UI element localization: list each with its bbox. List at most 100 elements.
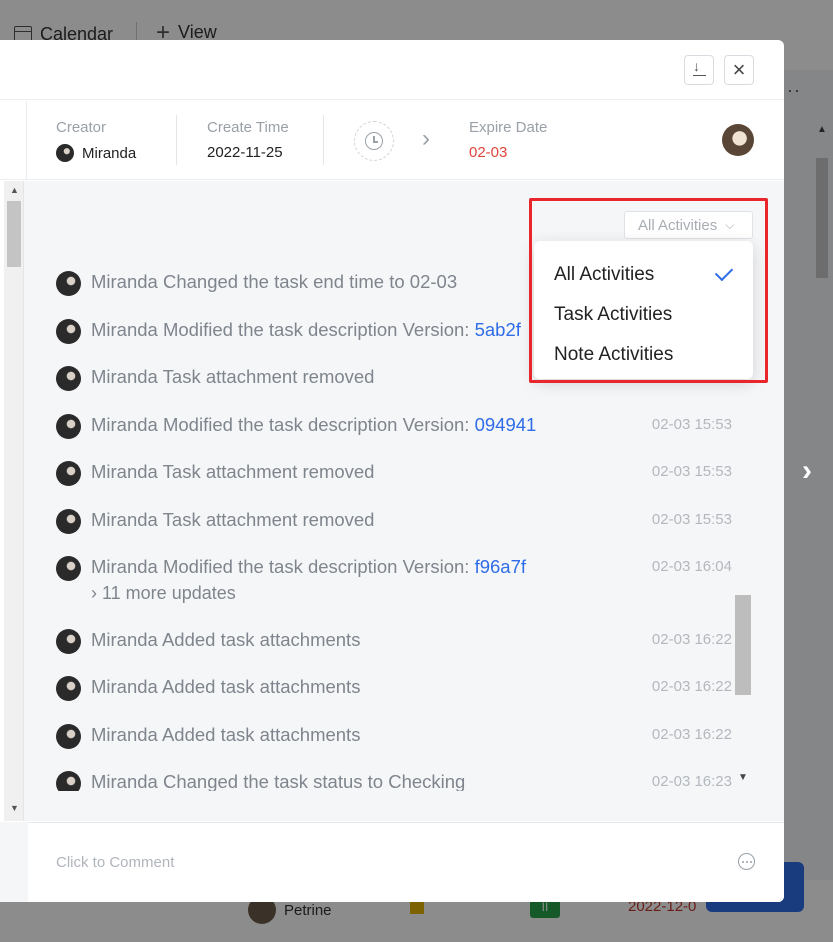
comment-placeholder: Click to Comment: [56, 854, 175, 871]
activity-time: 02-03 16:22: [651, 726, 732, 743]
creator-value[interactable]: Miranda: [56, 144, 136, 162]
check-icon: [714, 262, 734, 282]
activity-action: Added task attachments: [161, 724, 361, 745]
activity-user: Miranda: [91, 629, 158, 650]
expire-date-value[interactable]: 02-03: [469, 144, 547, 161]
activity-action: Added task attachments: [161, 629, 361, 650]
activity-text: Miranda Task attachment removed: [91, 461, 374, 483]
create-time-value: 2022-11-25: [207, 144, 283, 161]
divider: [323, 115, 324, 165]
version-link[interactable]: 5ab2f: [475, 319, 521, 340]
avatar: [56, 366, 81, 391]
scroll-down-icon[interactable]: ▼: [738, 772, 748, 783]
avatar: [56, 319, 81, 344]
version-link[interactable]: 094941: [475, 414, 537, 435]
activity-time: 02-03 15:53: [651, 416, 732, 433]
activity-user: Miranda: [91, 271, 158, 292]
activity-text: Miranda Task attachment removed: [91, 366, 374, 388]
activity-action: Modified the task description Version:: [162, 319, 475, 340]
activity-text: Miranda Changed the task end time to 02-…: [91, 271, 457, 293]
close-icon: ×: [732, 57, 746, 82]
activity-user: Miranda: [91, 556, 158, 577]
activity-user: Miranda: [91, 414, 158, 435]
activity-action: Changed the task status to Checking: [162, 771, 466, 791]
activity-user: Miranda: [91, 509, 158, 530]
activity-user: Miranda: [91, 319, 158, 340]
activity-text: Miranda Changed the task status to Check…: [91, 771, 465, 791]
filter-option-task[interactable]: Task Activities: [534, 295, 753, 335]
creator-field: Creator Miranda: [56, 119, 136, 162]
create-time-label: Create Time: [207, 119, 289, 136]
task-detail-modal: × Creator Miranda Create Time 2022-11-25…: [0, 40, 784, 902]
activity-filter-dropdown: All Activities Task Activities Note Acti…: [534, 241, 753, 379]
activity-item: Miranda Task attachment removed 02-03 15:…: [56, 509, 736, 534]
activity-user: Miranda: [91, 771, 158, 791]
modal-header: ×: [0, 40, 784, 100]
next-task-chevron-icon[interactable]: ›: [802, 456, 826, 486]
activity-text: Miranda Modified the task description Ve…: [91, 414, 536, 436]
option-label: Note Activities: [554, 344, 674, 365]
avatar: [56, 144, 74, 162]
activity-time: 02-03 15:53: [651, 511, 732, 528]
avatar: [56, 556, 81, 581]
create-time-field: Create Time 2022-11-25: [207, 119, 289, 161]
activity-action: Modified the task description Version:: [162, 414, 475, 435]
comment-input[interactable]: Click to Comment: [28, 822, 784, 902]
activity-item: Miranda Added task attachments 02-03 16:2…: [56, 724, 736, 749]
activity-action: Modified the task description Version:: [162, 556, 475, 577]
version-link[interactable]: f96a7f: [475, 556, 526, 577]
filter-selected-label: All Activities: [638, 216, 718, 234]
activity-text: Miranda Added task attachments: [91, 676, 360, 698]
filter-option-note[interactable]: Note Activities: [534, 335, 753, 375]
activity-item: Miranda Modified the task description Ve…: [56, 414, 736, 439]
avatar: [56, 461, 81, 486]
avatar: [56, 629, 81, 654]
creator-label: Creator: [56, 119, 107, 136]
activity-action: Task attachment removed: [162, 509, 375, 530]
close-button[interactable]: ×: [724, 55, 754, 85]
scroll-down-icon[interactable]: ▼: [10, 803, 19, 813]
activity-user: Miranda: [91, 366, 158, 387]
task-info-bar: Creator Miranda Create Time 2022-11-25 ›…: [0, 101, 784, 180]
download-button[interactable]: [684, 55, 714, 85]
activity-user: Miranda: [91, 724, 158, 745]
scrollbar-thumb[interactable]: [7, 201, 21, 267]
activity-time: 02-03 15:53: [651, 463, 732, 480]
activity-user: Miranda: [91, 676, 158, 697]
avatar: [56, 509, 81, 534]
activity-time: 02-03 16:23: [651, 773, 732, 790]
activity-text: Miranda Modified the task description Ve…: [91, 319, 521, 341]
activity-time: 02-03 16:22: [651, 631, 732, 648]
avatar: [56, 414, 81, 439]
more-updates-toggle[interactable]: › 11 more updates: [91, 582, 526, 604]
scroll-up-icon[interactable]: ▲: [10, 185, 19, 195]
avatar: [56, 771, 81, 791]
avatar: [56, 676, 81, 701]
activity-time: 02-03 16:04: [651, 558, 732, 575]
filter-option-all[interactable]: All Activities: [534, 255, 753, 295]
left-scrollbar[interactable]: ▲ ▼: [4, 181, 24, 821]
expire-date-field[interactable]: Expire Date 02-03: [469, 119, 547, 161]
comment-area: Click to Comment: [0, 822, 784, 902]
expire-date-label: Expire Date: [469, 119, 548, 136]
divider: [176, 115, 177, 165]
activity-item: Miranda Modified the task description Ve…: [56, 556, 736, 604]
chevron-right-icon: ›: [422, 125, 430, 152]
activity-text: Miranda Modified the task description Ve…: [91, 556, 526, 604]
activity-text: Miranda Added task attachments: [91, 629, 360, 651]
activity-user: Miranda: [91, 461, 158, 482]
scrollbar-thumb[interactable]: [735, 595, 751, 695]
divider: [26, 101, 27, 180]
activity-item: Miranda Changed the task status to Check…: [56, 771, 736, 791]
start-time-button[interactable]: [354, 121, 394, 161]
creator-name: Miranda: [82, 144, 137, 162]
clock-icon: [365, 132, 383, 150]
activity-item: Miranda Added task attachments 02-03 16:2…: [56, 629, 736, 654]
activity-action: Task attachment removed: [162, 366, 375, 387]
comment-icon[interactable]: [738, 853, 755, 870]
activity-time: 02-03 16:22: [651, 678, 732, 695]
activity-action: Task attachment removed: [162, 461, 375, 482]
option-label: Task Activities: [554, 304, 673, 325]
activity-action: Added task attachments: [161, 676, 361, 697]
assignee-avatar[interactable]: [722, 124, 754, 156]
